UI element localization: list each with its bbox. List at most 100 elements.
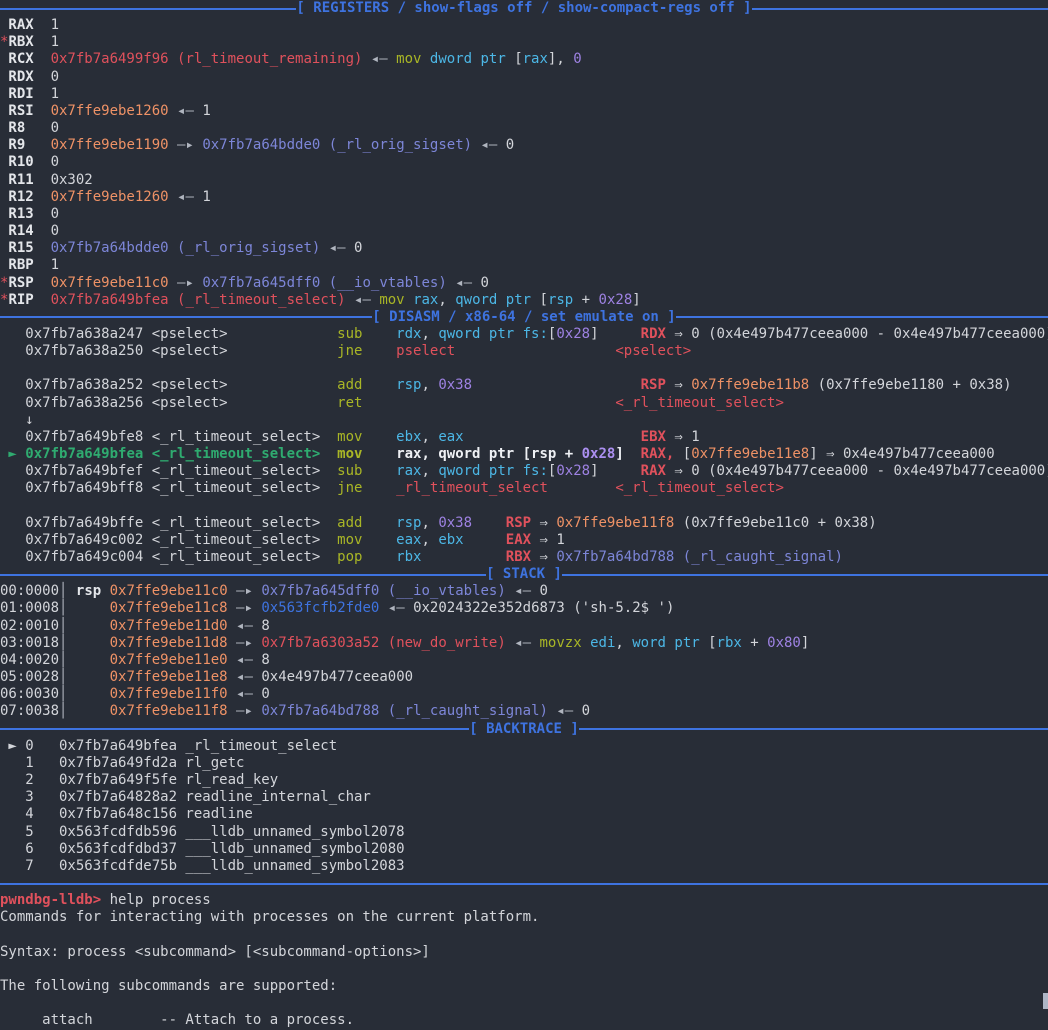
terminal-line: 0x7fb7a638a256 <pselect> ret <_rl_timeou…	[0, 395, 1048, 412]
text-segment	[362, 549, 396, 565]
text-segment: —▸	[228, 635, 262, 651]
text-segment: ]	[615, 446, 623, 462]
text-segment: [	[531, 292, 548, 308]
text-segment: RSP	[641, 377, 666, 393]
text-segment: 8	[261, 618, 269, 634]
text-segment: (0x7ffe9ebe11c0 + 0x38)	[674, 515, 876, 531]
text-segment: ► 0 0x7fb7a649bfea _rl_timeout_select	[0, 738, 337, 754]
text-segment: 0	[506, 137, 514, 153]
text-segment: [	[506, 51, 523, 67]
terminal-line: 0x7fb7a649c004 <_rl_timeout_select> pop …	[0, 549, 1048, 566]
section-rule	[0, 316, 372, 318]
text-segment: ,	[438, 292, 455, 308]
terminal-line: 03:0018│ 0x7ffe9ebe11d8 —▸ 0x7fb7a6303a5…	[0, 635, 1048, 652]
terminal-line: RDX 0	[0, 69, 1048, 86]
scrollbar-thumb[interactable]	[1043, 993, 1048, 1009]
text-segment: 0x7fb7a645dff0 (__io_vtables)	[202, 275, 446, 291]
text-segment: (0x7ffe9ebe1180 + 0x38)	[809, 377, 1011, 393]
terminal-line: RCX 0x7fb7a6499f96 (rl_timeout_remaining…	[0, 51, 1048, 68]
text-segment	[34, 240, 51, 256]
text-segment: rax	[413, 292, 438, 308]
text-segment: ◂—	[228, 686, 262, 702]
text-segment	[472, 515, 506, 531]
text-segment: sub	[337, 326, 362, 342]
text-segment: 7 0x563fcdfde75b ___lldb_unnamed_symbol2…	[0, 858, 405, 874]
text-segment: RBP	[0, 257, 34, 273]
text-segment: jne	[337, 480, 362, 496]
text-segment: 0x7ffe9ebe1260	[51, 189, 169, 205]
text-segment: 0x80	[767, 635, 801, 651]
text-segment	[67, 686, 109, 702]
text-segment: 0x7fb7a64bd788 (_rl_caught_signal)	[556, 549, 843, 565]
text-segment: 0x38	[438, 377, 472, 393]
text-segment: 0x7ffe9ebe1190	[51, 137, 169, 153]
text-segment: ,	[615, 635, 632, 651]
text-segment: ↓	[0, 412, 34, 428]
text-segment: 03:0018	[0, 635, 59, 651]
text-segment: +	[573, 292, 598, 308]
text-segment: 0	[540, 583, 548, 599]
text-segment: add	[337, 515, 362, 531]
terminal-line: RBP 1	[0, 257, 1048, 274]
terminal-line: 2 0x7fb7a649f5fe rl_read_key	[0, 772, 1048, 789]
text-segment: 0	[573, 51, 581, 67]
text-segment: jne	[337, 343, 362, 359]
text-segment	[34, 103, 51, 119]
section-rule	[579, 728, 1048, 730]
text-segment: ◂—	[506, 635, 540, 651]
terminal-line: RAX 1	[0, 17, 1048, 34]
text-segment: The following subcommands are supported:	[0, 978, 337, 994]
text-segment: 0	[34, 69, 59, 85]
text-segment: pselect	[396, 343, 455, 359]
text-segment: 0x7ffe9ebe11d0	[110, 618, 228, 634]
text-segment: 0x7ffe9ebe11c0	[51, 275, 169, 291]
text-segment: ret	[337, 395, 362, 411]
text-segment	[320, 446, 337, 462]
text-segment: 1 0x7fb7a649fd2a rl_getc	[0, 755, 244, 771]
text-segment: edi	[590, 635, 615, 651]
terminal-line: R9 0x7ffe9ebe1190 —▸ 0x7fb7a64bdde0 (_rl…	[0, 137, 1048, 154]
terminal-line	[0, 995, 1048, 1012]
terminal-line: 06:0030│ 0x7ffe9ebe11f0 ◂— 0	[0, 686, 1048, 703]
text-segment: RBX	[8, 34, 33, 50]
text-segment: 0	[25, 120, 59, 136]
text-segment: RDX	[641, 326, 666, 342]
text-segment	[362, 515, 396, 531]
text-segment	[67, 583, 75, 599]
text-segment: 0x7fb7a6303a52 (new_do_write)	[261, 635, 505, 651]
text-segment: 0x28	[582, 446, 616, 462]
terminal-screen[interactable]: [ REGISTERS / show-flags off / show-comp…	[0, 0, 1048, 1030]
text-segment: ◂—	[362, 51, 396, 67]
text-segment: ◂—	[169, 189, 203, 205]
text-segment	[25, 137, 50, 153]
terminal-line: Commands for interacting with processes …	[0, 909, 1048, 926]
text-segment: mov	[379, 292, 404, 308]
text-segment	[624, 446, 641, 462]
terminal-line: 00:0000│ rsp 0x7ffe9ebe11c0 —▸ 0x7fb7a64…	[0, 583, 1048, 600]
text-segment: <pselect>	[615, 343, 691, 359]
section-header-registers: [ REGISTERS / show-flags off / show-comp…	[0, 0, 1048, 17]
text-segment: 0x7ffe9ebe11e8	[691, 446, 809, 462]
section-rule	[0, 574, 486, 576]
text-segment: ⇒	[531, 515, 556, 531]
text-segment: 0x4e497b477ceea000	[261, 669, 413, 685]
text-segment: RBX	[506, 549, 531, 565]
text-segment: 0x28	[599, 292, 633, 308]
text-segment: R11	[0, 172, 34, 188]
text-segment: rsp	[396, 377, 421, 393]
text-segment: 0x7fb7a64bdde0 (_rl_orig_sigset)	[202, 137, 472, 153]
text-segment: ⇒ 0 (0x4e497b477ceea000 - 0x4e497b477cee…	[666, 463, 1048, 479]
text-segment: 0x7fb7a64bd788 (_rl_caught_signal)	[261, 703, 548, 719]
text-segment: —▸	[169, 137, 203, 153]
text-segment: 0x7fb7a649bff8 <_rl_timeout_select>	[0, 480, 337, 496]
text-segment: R8	[0, 120, 25, 136]
text-segment: _rl_timeout_select	[396, 480, 548, 496]
text-segment	[362, 532, 396, 548]
text-segment: attach -- Attach to a process.	[0, 1012, 354, 1028]
section-rule	[0, 883, 1048, 885]
text-segment: 0x2024322e352d6873 ('sh-5.2$ ')	[413, 600, 674, 616]
section-rule	[0, 8, 296, 10]
command-prompt-line[interactable]: pwndbg-lldb> help process	[0, 892, 1048, 909]
text-segment	[582, 635, 590, 651]
terminal-line: R10 0	[0, 154, 1048, 171]
